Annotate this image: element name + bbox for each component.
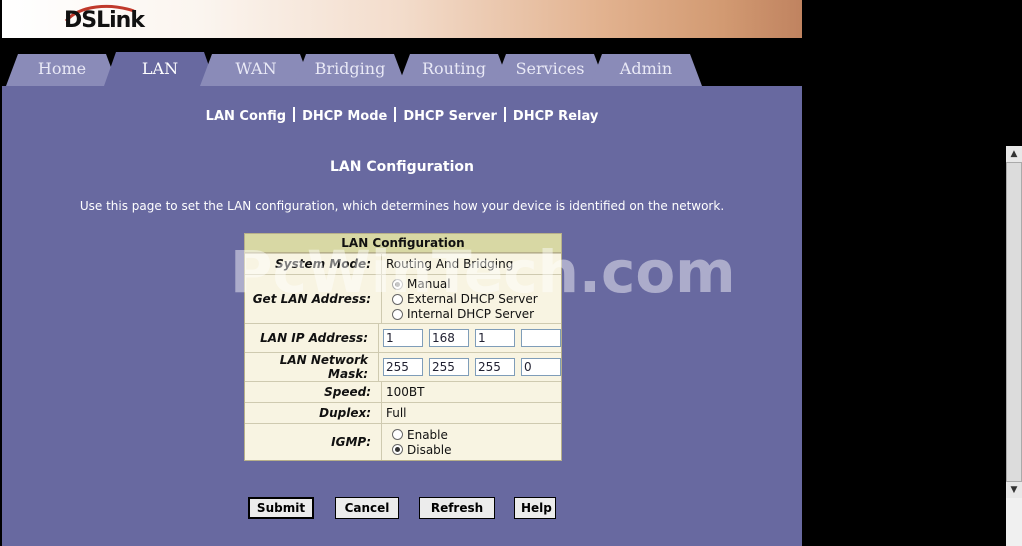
duplex-label: Duplex: [245, 403, 382, 423]
row-network-mask: LAN Network Mask: [245, 352, 561, 381]
tab-bridging[interactable]: Bridging [294, 54, 406, 86]
lan-ip-label: LAN IP Address: [245, 324, 379, 352]
mask-octet-1[interactable] [383, 358, 423, 376]
system-mode-value: Routing And Bridging [386, 257, 514, 271]
header-banner: DSLink [2, 0, 802, 38]
lan-ip-octet-4[interactable] [521, 329, 561, 347]
get-lan-address-label: Get LAN Address: [245, 275, 382, 323]
row-duplex: Duplex: Full [245, 402, 561, 423]
duplex-value: Full [386, 406, 407, 420]
scroll-thumb[interactable] [1006, 162, 1022, 482]
radio-icon [392, 429, 403, 440]
tab-wan[interactable]: WAN [200, 54, 312, 86]
lan-ip-octet-1[interactable] [383, 329, 423, 347]
radio-external-dhcp[interactable]: External DHCP Server [386, 292, 538, 306]
divider [503, 107, 506, 122]
subnav-dhcp-mode[interactable]: DHCP Mode [302, 109, 387, 124]
refresh-button[interactable]: Refresh [419, 497, 495, 519]
subnav-dhcp-server[interactable]: DHCP Server [403, 109, 497, 124]
radio-manual[interactable]: Manual [386, 277, 538, 291]
vertical-scrollbar[interactable]: ▲ ▼ [1006, 146, 1022, 546]
tab-lan[interactable]: LAN [104, 52, 216, 86]
radio-internal-dhcp-label: Internal DHCP Server [407, 307, 535, 321]
radio-icon [392, 308, 403, 320]
tab-admin[interactable]: Admin [590, 54, 702, 86]
tab-bar: Home LAN WAN Bridging Routing Services A… [2, 38, 802, 86]
page-title: LAN Configuration [330, 159, 474, 175]
radio-igmp-disable[interactable]: Disable [386, 443, 452, 457]
network-mask-label: LAN Network Mask: [245, 353, 379, 381]
row-igmp: IGMP: Enable Disable [245, 423, 561, 460]
radio-manual-label: Manual [407, 277, 451, 291]
radio-internal-dhcp[interactable]: Internal DHCP Server [386, 307, 538, 321]
divider [394, 107, 397, 122]
mask-octet-2[interactable] [429, 358, 469, 376]
speed-value: 100BT [386, 385, 425, 399]
tab-home[interactable]: Home [6, 54, 118, 86]
mask-octet-4[interactable] [521, 358, 561, 376]
logo: DSLink [64, 8, 145, 33]
tab-routing[interactable]: Routing [398, 54, 510, 86]
radio-igmp-enable[interactable]: Enable [386, 428, 452, 442]
radio-selected-icon [392, 444, 403, 455]
scroll-up-icon[interactable]: ▲ [1006, 146, 1022, 162]
subnav-dhcp-relay[interactable]: DHCP Relay [513, 109, 598, 124]
page-description: Use this page to set the LAN configurati… [79, 199, 725, 213]
tab-services[interactable]: Services [494, 54, 606, 86]
radio-igmp-enable-label: Enable [407, 427, 448, 442]
row-lan-ip: LAN IP Address: [245, 323, 561, 352]
row-system-mode: System Mode: Routing And Bridging [245, 253, 561, 274]
lan-config-table: LAN Configuration System Mode: Routing A… [244, 233, 562, 461]
row-speed: Speed: 100BT [245, 381, 561, 402]
row-get-lan-address: Get LAN Address: Manual External DHCP Se… [245, 274, 561, 323]
submit-button[interactable]: Submit [248, 497, 314, 519]
radio-selected-icon [392, 278, 403, 290]
subnav-lan-config[interactable]: LAN Config [206, 109, 286, 124]
table-header: LAN Configuration [245, 234, 561, 253]
radio-external-dhcp-label: External DHCP Server [407, 292, 538, 306]
scroll-down-icon[interactable]: ▼ [1006, 482, 1022, 498]
sub-navigation: LAN Config DHCP Mode DHCP Server DHCP Relay [2, 107, 802, 124]
lan-ip-octet-3[interactable] [475, 329, 515, 347]
mask-octet-3[interactable] [475, 358, 515, 376]
router-page: DSLink Home LAN WAN Bridging Routing Ser… [2, 0, 802, 546]
divider [293, 107, 296, 122]
speed-label: Speed: [245, 382, 382, 402]
lan-ip-octet-2[interactable] [429, 329, 469, 347]
help-button[interactable]: Help [514, 497, 556, 519]
radio-icon [392, 293, 403, 305]
system-mode-label: System Mode: [245, 254, 382, 274]
radio-igmp-disable-label: Disable [407, 442, 452, 457]
igmp-label: IGMP: [245, 424, 382, 460]
cancel-button[interactable]: Cancel [335, 497, 399, 519]
